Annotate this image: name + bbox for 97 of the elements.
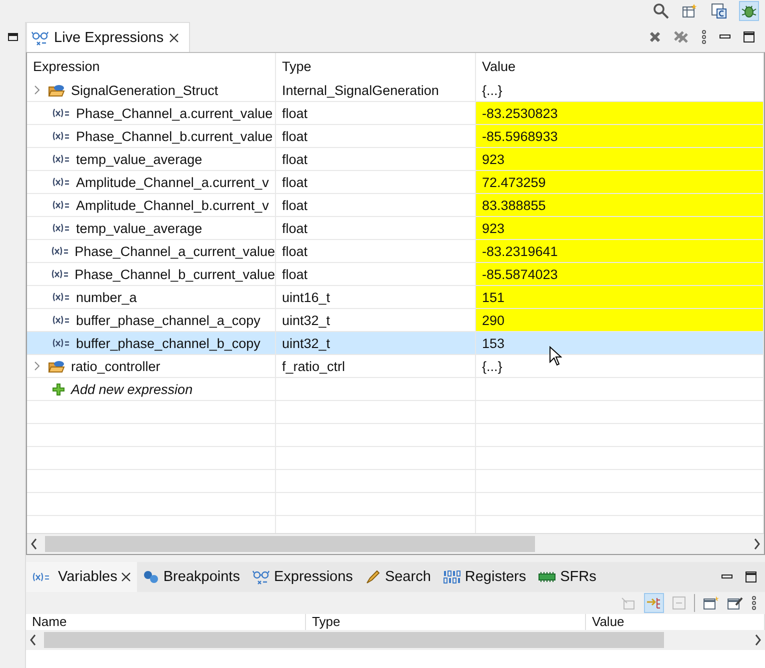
maximize-icon[interactable] (743, 31, 755, 43)
bug-icon[interactable] (741, 3, 757, 19)
variable-icon (50, 269, 69, 279)
type-cell: uint32_t (282, 312, 330, 328)
scrollbar-thumb[interactable] (45, 536, 535, 552)
expand-icon[interactable] (33, 85, 41, 95)
type-cell: float (282, 266, 308, 282)
value-cell: {...} (482, 82, 502, 98)
live-expressions-tab[interactable]: Live Expressions (26, 22, 190, 52)
scroll-left-icon[interactable] (29, 634, 37, 646)
add-perspective-icon[interactable] (681, 3, 697, 19)
scrollbar-thumb[interactable] (44, 632, 664, 648)
column-header[interactable]: Expression (27, 53, 276, 79)
expression-cell: temp_value_average (76, 220, 202, 236)
variable-icon (52, 200, 70, 210)
type-cell: Internal_SignalGeneration (282, 82, 439, 98)
remove-all-icon[interactable] (673, 30, 689, 44)
variable-icon (32, 572, 50, 582)
expression-cell: SignalGeneration_Struct (71, 82, 218, 98)
view-tab[interactable]: Registers (436, 562, 532, 592)
type-cell: f_ratio_ctrl (282, 358, 346, 374)
struct-icon (48, 359, 65, 373)
expression-cell: buffer_phase_channel_a_copy (76, 312, 260, 328)
close-icon[interactable] (121, 572, 132, 582)
expand-icon[interactable] (33, 361, 41, 371)
struct-icon (48, 83, 65, 97)
value-cell: 83.388855 (482, 198, 546, 212)
maximize-icon[interactable] (745, 571, 757, 583)
registers-icon (442, 570, 461, 584)
view-tab[interactable]: Search (358, 562, 437, 592)
add-icon (52, 382, 65, 396)
add-expression-link[interactable]: Add new expression (71, 382, 193, 396)
column-header[interactable]: Value (476, 53, 764, 79)
variable-icon (52, 131, 70, 141)
more-icon[interactable] (751, 596, 757, 610)
variable-icon (50, 246, 69, 256)
search-icon[interactable] (653, 3, 669, 19)
new-window-icon[interactable] (703, 596, 719, 610)
variable-icon (52, 177, 70, 187)
expression-cell: Phase_Channel_a_current_value (74, 244, 275, 258)
value-cell: 72.473259 (482, 174, 546, 190)
type-cell: float (282, 244, 308, 258)
variable-icon (52, 223, 70, 233)
value-cell: -85.5968933 (482, 128, 558, 144)
expression-cell: Amplitude_Channel_b.current_v (76, 198, 269, 212)
value-cell: 153 (482, 336, 505, 350)
restore-icon[interactable] (8, 32, 18, 42)
type-cell: float (282, 174, 308, 190)
expressions-icon (252, 569, 270, 585)
variable-icon (52, 154, 70, 164)
value-cell: -83.2319641 (482, 244, 558, 258)
type-cell: float (282, 128, 308, 144)
selected-row[interactable]: buffer_phase_channel_b_copy uint32_t 153 (27, 332, 764, 355)
more-icon[interactable] (701, 30, 707, 44)
scroll-right-icon[interactable] (753, 538, 761, 550)
view-tab[interactable]: Expressions (246, 562, 359, 592)
expression-cell: Amplitude_Channel_a.current_v (76, 174, 269, 190)
value-cell: 290 (482, 312, 505, 328)
expression-cell: Phase_Channel_a.current_value (76, 106, 273, 120)
view-tab[interactable]: Breakpoints (137, 562, 246, 592)
type-cell: float (282, 152, 308, 166)
scroll-right-icon[interactable] (754, 634, 762, 646)
view-tab[interactable]: Variables (26, 562, 138, 592)
type-cell: float (282, 220, 308, 236)
chip-icon (538, 572, 556, 582)
value-cell: 923 (482, 220, 505, 236)
value-cell: -85.5874023 (482, 266, 558, 282)
expression-cell: buffer_phase_channel_b_copy (76, 336, 260, 350)
variable-icon (52, 315, 70, 325)
close-icon[interactable] (168, 32, 179, 42)
type-cell: uint32_t (282, 336, 330, 350)
type-cell: uint16_t (282, 290, 330, 304)
expression-cell: ratio_controller (71, 358, 160, 374)
value-cell: -83.2530823 (482, 106, 558, 120)
type-cell: float (282, 106, 308, 120)
value-cell: {...} (482, 358, 502, 374)
breakpoint-icon (143, 570, 160, 584)
expression-cell: temp_value_average (76, 152, 202, 166)
edit-window-icon[interactable] (727, 596, 743, 610)
mouse-cursor-icon (549, 346, 562, 366)
variable-icon (52, 338, 70, 348)
type-cell: float (282, 198, 308, 212)
variable-icon (52, 292, 70, 302)
expression-cell: number_a (76, 290, 137, 304)
view-tab[interactable]: SFRs (532, 562, 602, 592)
remove-icon[interactable] (649, 31, 661, 43)
tree-arrow-icon[interactable] (646, 596, 662, 610)
value-cell: 151 (482, 290, 505, 304)
value-cell: 923 (482, 152, 505, 166)
pen-icon (364, 569, 381, 585)
variable-icon (52, 108, 70, 118)
c-perspective-icon[interactable] (711, 3, 727, 19)
scroll-left-icon[interactable] (30, 538, 38, 550)
expression-cell: Phase_Channel_b.current_value (76, 128, 273, 144)
live-expressions-icon (31, 30, 49, 46)
expression-cell: Phase_Channel_b_current_value (74, 266, 275, 282)
column-header[interactable]: Type (276, 53, 476, 79)
